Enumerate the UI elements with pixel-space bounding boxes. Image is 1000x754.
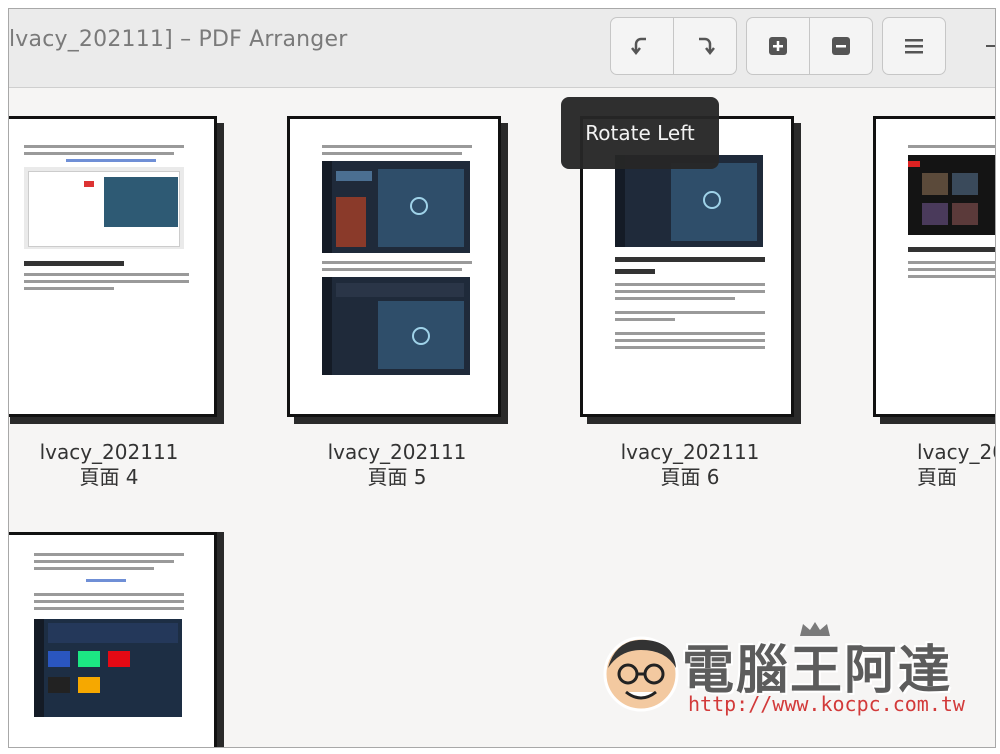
page-file-name: lvacy_202111 [620,440,760,464]
rotate-left-button[interactable] [610,17,674,75]
zoom-in-icon [767,35,789,57]
page-file-name: lvacy_202111 [327,440,467,464]
page-thumbnail[interactable] [9,116,217,417]
page-number-label: 頁面 [917,465,957,489]
page-thumbnail[interactable] [873,116,995,417]
zoom-out-icon [830,35,852,57]
rotate-right-icon [694,35,716,57]
hamburger-menu-icon [904,37,924,55]
page-caption: lvacy_20 頁面 [873,440,995,490]
page-caption: lvacy_202111 頁面 4 [9,440,219,490]
watermark: 電腦王阿達 http://www.kocpc.com.tw [596,620,965,730]
main-menu-button[interactable] [882,17,946,75]
zoom-out-button[interactable] [809,17,873,75]
page-caption: lvacy_202111 頁面 5 [287,440,507,490]
rotate-left-tooltip: Rotate Left [561,97,719,169]
page-caption: lvacy_202111 頁面 6 [580,440,800,490]
rotate-left-icon [631,35,653,57]
page-thumbnail[interactable] [9,532,217,747]
watermark-url: http://www.kocpc.com.tw [688,692,965,716]
page-file-name: lvacy_20 [917,440,995,464]
page-number-label: 頁面 5 [367,465,427,489]
header-bar: lvacy_202111] – PDF Arranger [9,9,995,88]
mascot-face-icon [603,636,679,712]
rotate-right-button[interactable] [673,17,737,75]
window-title: lvacy_202111] – PDF Arranger [9,27,348,52]
page-thumbnail[interactable] [287,116,501,417]
page-file-name: lvacy_202111 [39,440,179,464]
minimize-icon[interactable] [986,45,995,47]
page-number-label: 頁面 4 [79,465,139,489]
page-number-label: 頁面 6 [660,465,720,489]
zoom-in-button[interactable] [746,17,810,75]
